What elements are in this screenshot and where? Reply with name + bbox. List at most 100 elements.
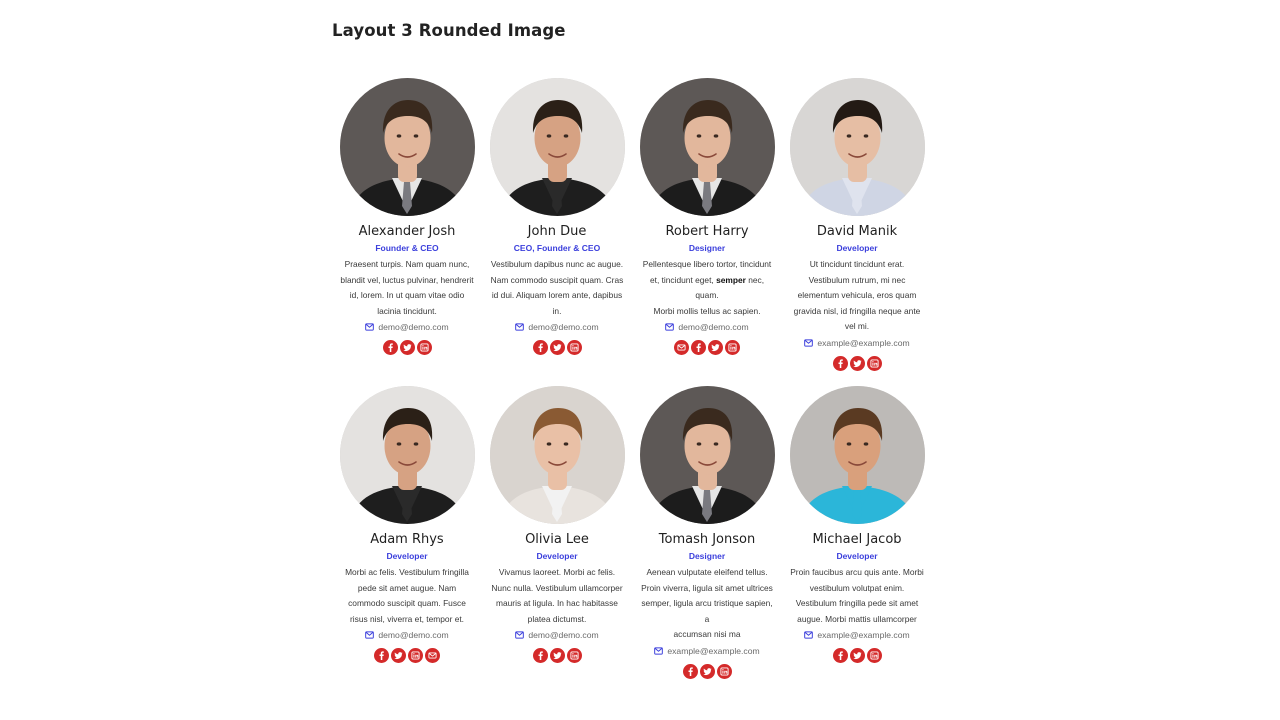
twitter-icon[interactable] [391,648,406,663]
twitter-icon[interactable] [849,648,865,663]
member-role: Developer [836,243,878,253]
linkedin-icon[interactable] [866,355,882,371]
member-description: Vivamus laoreet. Morbi ac felis. Nunc nul… [490,565,624,627]
portrait-illustration [489,78,625,216]
twitter-icon[interactable] [549,648,565,663]
description-line: Pellentesque libero tortor, tincidunt [642,259,772,269]
member-description: Proin faucibus arcu quis ante. Morbi vest… [790,565,924,627]
member-description: Ut tincidunt tincidunt erat. Vestibulum r… [790,257,924,335]
member-name: Tomash Jonson [658,532,756,547]
member-name: John Due [527,224,587,239]
portrait-illustration [789,78,925,216]
email-text: demo@demo.com [378,322,449,332]
envelope-icon [365,631,375,639]
description-line: id dui. Aliquam lorem ante, dapibus [491,290,623,300]
description-line: elementum vehicula, eros quam [797,290,917,300]
linkedin-icon[interactable] [416,340,432,355]
description-line: commodo suscipit quam. Fusce [348,598,466,608]
facebook-icon[interactable] [374,648,389,663]
description-line: Vivamus laoreet. Morbi ac felis. [498,567,616,577]
member-email[interactable]: demo@demo.com [365,628,449,642]
linkedin-icon[interactable] [408,648,423,663]
member-description: Praesent turpis. Nam quam nunc, blandit v… [340,257,474,319]
team-card: Adam Rhys Developer Morbi ac felis. Vestib… [332,386,482,694]
description-line: blandit vel, luctus pulvinar, hendrerit [340,274,474,285]
envelope-icon [654,646,664,655]
description-line: Vestibulum rutrum, mi nec [808,274,906,285]
description-line: accumsan nisi ma [673,629,741,639]
portrait-illustration [639,78,775,216]
member-email[interactable]: demo@demo.com [665,320,749,334]
linkedin-icon[interactable] [866,648,882,663]
portrait-illustration [489,386,625,524]
facebook-icon[interactable] [832,355,848,371]
team-card: Michael Jacob Developer Proin faucibus arc… [782,386,932,694]
envelope-icon [365,323,375,331]
envelope-icon [515,323,525,331]
mail-icon[interactable] [425,648,440,663]
team-card: John Due CEO, Founder & CEO Vestibulum dap… [482,78,632,386]
member-role: Designer [688,243,726,253]
member-name: David Manik [816,224,898,239]
email-text: example@example.com [817,630,910,640]
facebook-icon[interactable] [532,340,548,355]
description-line: Vestibulum dapibus nunc ac augue. [490,259,624,269]
member-photo [339,386,475,524]
member-email[interactable]: demo@demo.com [365,320,449,334]
linkedin-icon[interactable] [566,340,582,355]
facebook-icon[interactable] [682,663,698,679]
envelope-icon [515,631,525,639]
twitter-icon[interactable] [708,340,723,355]
member-name: Robert Harry [665,224,749,239]
member-role: CEO, Founder & CEO [513,243,601,253]
mail-icon[interactable] [674,340,689,355]
description-line: Proin viverra, ligula sit amet ultrices [641,582,773,593]
facebook-icon[interactable] [382,340,398,355]
description-line: pede sit amet augue. Nam [357,582,457,593]
facebook-icon[interactable] [691,340,706,355]
team-card: Olivia Lee Developer Vivamus laoreet. Morb… [482,386,632,694]
email-text: demo@demo.com [528,322,599,332]
member-photo [789,78,925,216]
linkedin-icon[interactable] [716,663,732,679]
description-line: Praesent turpis. Nam quam nunc, [344,259,470,269]
linkedin-icon[interactable] [566,648,582,663]
member-email[interactable]: example@example.com [804,628,910,642]
team-card: Alexander Josh Founder & CEO Praesent turp… [332,78,482,386]
team-card: Robert Harry Designer Pellentesque libero … [632,78,782,386]
member-description: Aenean vulputate eleifend tellus. Proin v… [640,565,774,643]
description-line: Nunc nulla. Vestibulum ullamcorper [491,582,623,593]
email-text: demo@demo.com [378,630,449,640]
facebook-icon[interactable] [832,648,848,663]
description-line: id, lorem. In ut quam vitae odio [349,290,465,300]
facebook-icon[interactable] [532,648,548,663]
twitter-icon[interactable] [699,663,715,679]
email-text: demo@demo.com [678,322,749,332]
member-description: Pellentesque libero tortor, tincidunt et,… [640,257,774,319]
member-email[interactable]: example@example.com [804,336,910,350]
team-grid: Alexander Josh Founder & CEO Praesent turp… [332,78,932,694]
member-description: Vestibulum dapibus nunc ac augue. Nam com… [490,257,624,319]
member-email[interactable]: demo@demo.com [515,320,599,334]
member-description: Morbi ac felis. Vestibulum fringilla pede… [340,565,474,627]
social-links [382,340,432,355]
description-line: in. [552,305,562,316]
member-role: Developer [386,551,428,561]
twitter-icon[interactable] [399,340,415,355]
description-line: Nam commodo suscipit quam. Cras [490,274,624,285]
team-card: David Manik Developer Ut tincidunt tincidu… [782,78,932,386]
member-photo [639,386,775,524]
social-links [832,648,882,663]
member-email[interactable]: example@example.com [654,644,760,658]
description-line: augue. Morbi mattis ullamcorper [797,613,917,624]
description-line: Aenean vulputate eleifend tellus. [646,567,768,577]
description-line: Morbi ac felis. Vestibulum fringilla [345,567,469,577]
member-name: Olivia Lee [525,532,589,547]
twitter-icon[interactable] [849,355,865,371]
member-email[interactable]: demo@demo.com [515,628,599,642]
envelope-icon [804,338,814,347]
twitter-icon[interactable] [549,340,565,355]
social-links [374,648,440,663]
portrait-illustration [789,386,925,524]
linkedin-icon[interactable] [725,340,740,355]
